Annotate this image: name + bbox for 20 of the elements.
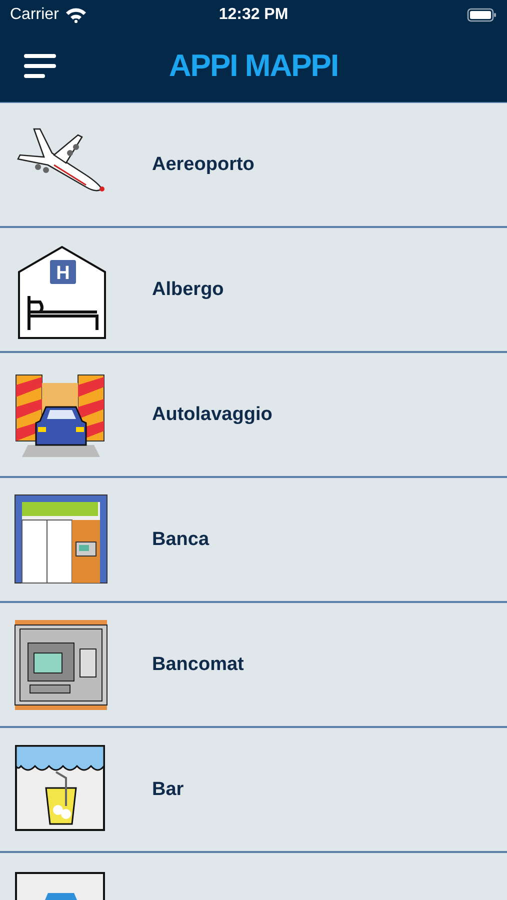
place-name: Autolavaggio <box>152 404 272 426</box>
place-item[interactable]: Aereoporto <box>0 103 507 228</box>
place-name: Aereoporto <box>152 154 254 176</box>
place-item[interactable]: Banca <box>0 478 507 603</box>
place-item[interactable]: Bar <box>0 728 507 853</box>
place-item[interactable]: Autolavaggio <box>0 353 507 478</box>
atm-icon <box>14 619 108 711</box>
bank-front-icon <box>14 494 108 584</box>
place-name: Bar <box>152 778 184 800</box>
place-item[interactable]: H Albergo <box>0 228 507 353</box>
drink-stand-icon <box>14 744 106 832</box>
place-name: Albergo <box>152 278 224 300</box>
carrier-name: Carrier <box>10 6 59 24</box>
wifi-icon <box>64 7 87 23</box>
place-name: Bancomat <box>152 654 244 676</box>
battery-icon <box>467 8 497 22</box>
place-name: Banca <box>152 528 210 550</box>
status-time: 12:32 PM <box>218 6 288 24</box>
place-item[interactable]: Bancomat <box>0 603 507 728</box>
app-logo: APPI MAPPI <box>168 48 338 84</box>
